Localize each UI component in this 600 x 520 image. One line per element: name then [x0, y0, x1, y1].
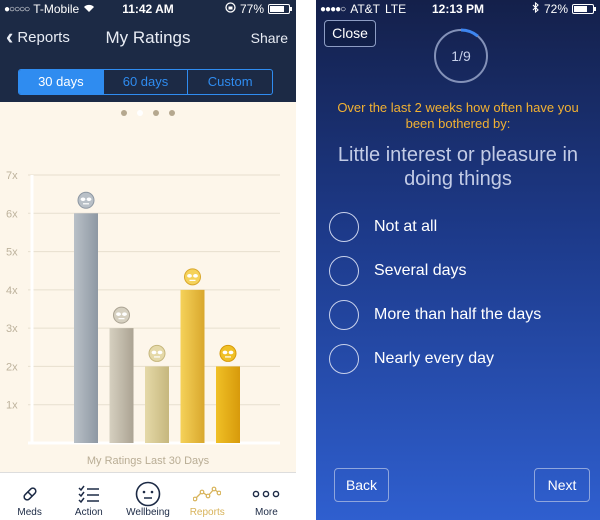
option-label: Not at all [374, 218, 438, 235]
status-bar: ●○○○○ T-Mobile 11:42 AM 77% [0, 0, 296, 18]
progress-label: 1/9 [451, 48, 471, 64]
page-dot[interactable] [137, 110, 143, 116]
face-icon [77, 191, 95, 209]
range-selector-bar: 30 days 60 days Custom [0, 60, 296, 102]
page-dot[interactable] [121, 110, 127, 116]
bar[interactable] [180, 289, 205, 443]
tab-meds[interactable]: Meds [0, 473, 59, 520]
chart-title: My Ratings Last 30 Days [86, 455, 210, 467]
more-icon [252, 481, 280, 507]
questionnaire-screen: ●●●●○ AT&T LTE 12:13 PM 72% Close 1/9 Ov… [316, 0, 600, 520]
y-tick-label: 7x [6, 170, 18, 182]
battery-percent: 72% [543, 2, 568, 16]
tab-action[interactable]: Action [59, 473, 118, 520]
segment-custom[interactable]: Custom [188, 70, 272, 94]
option-label: Nearly every day [374, 350, 495, 367]
chart-line-icon [193, 481, 222, 507]
y-tick-label: 2x [6, 361, 18, 373]
face-icon [148, 344, 166, 362]
battery-percent: 77% [239, 2, 264, 16]
option-label: Several days [374, 262, 467, 279]
tab-label: Action [74, 507, 103, 518]
answer-options: Not at all Several days More than half t… [329, 205, 590, 381]
checklist-icon [78, 481, 100, 507]
ratings-bar-chart: 1x 2x 3x 4x 5x 6x 7x [6, 170, 280, 445]
segment-60-days[interactable]: 60 days [104, 70, 189, 94]
option-label: More than half the days [374, 306, 542, 323]
page-dot[interactable] [153, 110, 159, 116]
radio-button[interactable] [329, 344, 359, 374]
bar[interactable] [109, 328, 134, 443]
y-tick-label: 6x [6, 208, 18, 220]
share-button[interactable]: Share [251, 30, 288, 46]
tab-bar: Meds Action Wellbeing Reports More [0, 472, 296, 520]
y-tick-label: 4x [6, 285, 18, 297]
tab-label: Wellbeing [126, 507, 170, 518]
battery-icon [268, 4, 292, 14]
tab-label: Reports [189, 507, 225, 518]
close-button[interactable]: Close [324, 20, 376, 47]
option-several-days[interactable]: Several days [329, 249, 590, 293]
question-text: Little interest or pleasure in doing thi… [337, 144, 579, 190]
question-prompt: Over the last 2 weeks how often have you… [337, 100, 579, 131]
option-nearly-every-day[interactable]: Nearly every day [329, 337, 590, 381]
option-more-than-half[interactable]: More than half the days [329, 293, 590, 337]
tab-reports[interactable]: Reports [178, 473, 237, 520]
page-dot[interactable] [169, 110, 175, 116]
bar[interactable] [145, 366, 169, 443]
face-icon [219, 344, 237, 362]
range-segmented-control: 30 days 60 days Custom [18, 69, 273, 95]
ratings-screen: ●○○○○ T-Mobile 11:42 AM 77% ‹ Reports My… [0, 0, 296, 520]
option-not-at-all[interactable]: Not at all [329, 205, 590, 249]
segment-30-days[interactable]: 30 days [19, 70, 104, 94]
bar[interactable] [74, 213, 98, 443]
y-tick-label: 1x [6, 400, 18, 412]
back-button[interactable]: Back [334, 468, 389, 502]
radio-button[interactable] [329, 256, 359, 286]
y-tick-label: 3x [6, 323, 18, 335]
page-indicator[interactable] [0, 110, 296, 116]
face-icon [113, 306, 130, 324]
tab-label: Meds [17, 507, 42, 518]
next-button[interactable]: Next [534, 468, 590, 502]
rotation-lock-icon [225, 2, 236, 16]
screen-divider [296, 0, 316, 520]
bluetooth-icon [532, 1, 540, 16]
nav-bar: ‹ Reports My Ratings Share [0, 22, 296, 56]
tab-wellbeing[interactable]: Wellbeing [118, 473, 177, 520]
tab-more[interactable]: More [237, 473, 296, 520]
status-bar: ●●●●○ AT&T LTE 12:13 PM 72% [316, 0, 600, 18]
radio-button[interactable] [329, 212, 359, 242]
face-icon [184, 268, 201, 286]
battery-icon [572, 4, 596, 14]
radio-button[interactable] [329, 300, 359, 330]
header: ●○○○○ T-Mobile 11:42 AM 77% ‹ Reports My… [0, 0, 296, 60]
tab-label: More [255, 507, 278, 518]
bar[interactable] [216, 366, 240, 443]
y-tick-label: 5x [6, 247, 18, 259]
pill-icon [20, 481, 40, 507]
smiley-icon [135, 481, 161, 507]
